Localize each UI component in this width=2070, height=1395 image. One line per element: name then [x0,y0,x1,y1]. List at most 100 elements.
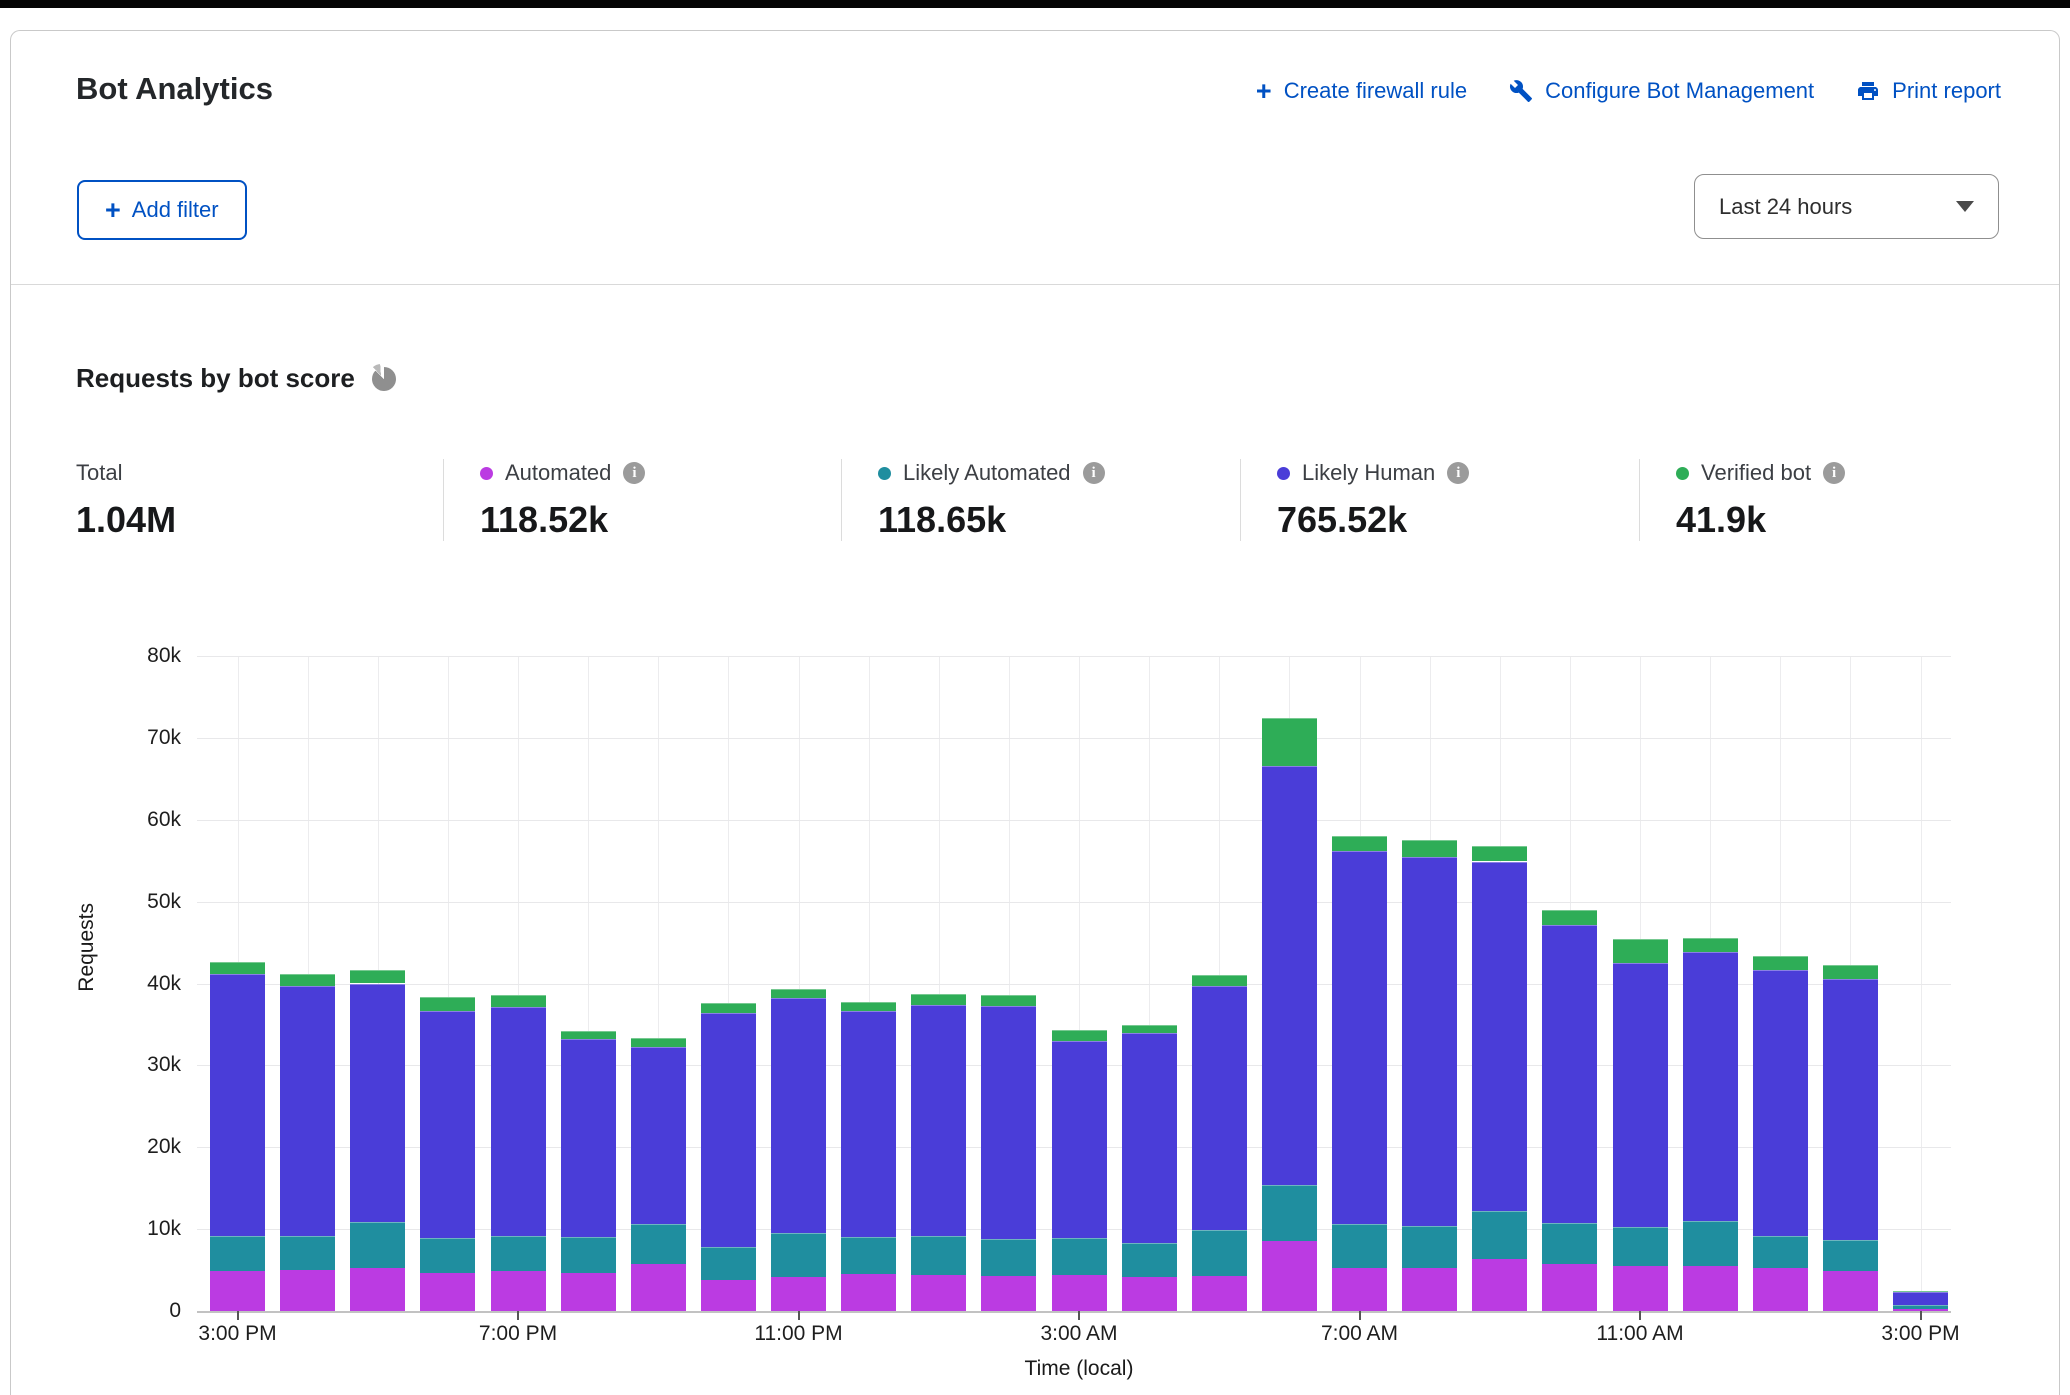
bar-segment-automated [701,1280,756,1311]
bar-segment-likely-automated [981,1239,1036,1276]
bar-segment-verified-bot [1893,1291,1948,1293]
vertical-gridline [448,656,449,1311]
bar-segment-likely-human [210,974,265,1237]
x-axis-tick-label: 3:00 AM [1040,1322,1117,1346]
info-icon[interactable]: i [1823,462,1845,484]
bar-segment-likely-automated [491,1236,546,1271]
bar-segment-likely-automated [1542,1223,1597,1264]
y-axis-tick-label: 30k [71,1053,181,1077]
x-axis-tick-label: 7:00 PM [479,1322,557,1346]
x-axis-tick [517,1311,519,1320]
vertical-gridline [378,656,379,1311]
bar-segment-automated [350,1268,405,1311]
vertical-gridline [1009,656,1010,1311]
horizontal-gridline [197,984,1951,985]
bar-segment-likely-automated [1472,1211,1527,1258]
stat-value: 41.9k [1676,499,1999,541]
printer-icon [1856,79,1880,103]
add-filter-button[interactable]: + Add filter [77,180,247,240]
bar-segment-likely-automated [631,1224,686,1264]
bar-segment-likely-human [1192,986,1247,1230]
bar-segment-verified-bot [1472,846,1527,862]
stat-likely-human: Likely Human i 765.52k [1240,459,1639,541]
bar-segment-likely-automated [1052,1238,1107,1275]
bar-segment-likely-automated [280,1236,335,1270]
bar-segment-automated [1613,1266,1668,1311]
vertical-gridline [869,656,870,1311]
bar-segment-likely-automated [1613,1227,1668,1265]
verified-bot-dot-icon [1676,467,1689,480]
bar-segment-likely-human [420,1011,475,1239]
bar-segment-verified-bot [1753,956,1808,970]
time-range-dropdown[interactable]: Last 24 hours [1694,174,1999,239]
section-title-row: Requests by bot score [76,363,397,394]
x-axis-tick-label: 11:00 PM [754,1322,842,1346]
bar-segment-automated [210,1271,265,1311]
stat-label: Likely Automated [903,460,1071,486]
bar-segment-automated [1542,1264,1597,1311]
stat-verified-bot: Verified bot i 41.9k [1639,459,1999,541]
print-report-link[interactable]: Print report [1856,78,2001,104]
bar-segment-verified-bot [420,997,475,1010]
bar-segment-automated [1683,1266,1738,1311]
info-icon[interactable]: i [1083,462,1105,484]
bar-segment-likely-human [561,1039,616,1237]
bar-segment-likely-automated [1823,1240,1878,1271]
page-title: Bot Analytics [76,71,273,107]
bar-segment-automated [841,1274,896,1311]
bar-segment-automated [1192,1276,1247,1311]
bar-segment-likely-automated [1332,1224,1387,1267]
vertical-gridline [1079,656,1080,1311]
vertical-gridline [1289,656,1290,1311]
y-axis-tick-label: 50k [71,890,181,914]
bar-segment-likely-automated [1683,1221,1738,1266]
bar-segment-likely-human [1262,766,1317,1185]
vertical-gridline [1430,656,1431,1311]
bar-segment-likely-human [981,1006,1036,1239]
bar-segment-automated [561,1273,616,1311]
x-axis-tick [1359,1311,1361,1320]
info-icon[interactable]: i [1447,462,1469,484]
bar-segment-likely-human [1823,979,1878,1239]
vertical-gridline [658,656,659,1311]
y-axis-tick-label: 60k [71,808,181,832]
stat-value: 1.04M [76,499,443,541]
bar-segment-likely-human [350,984,405,1222]
bar-segment-automated [1753,1268,1808,1311]
bar-segment-likely-automated [1402,1226,1457,1269]
bar-segment-verified-bot [981,995,1036,1006]
bar-segment-verified-bot [1823,965,1878,979]
configure-bot-management-link[interactable]: Configure Bot Management [1509,78,1814,104]
bar-segment-automated [420,1273,475,1311]
plus-icon: + [105,199,121,221]
vertical-gridline [1710,656,1711,1311]
bot-analytics-card: Bot Analytics + Create firewall rule Con… [10,30,2060,1395]
vertical-gridline [1921,656,1922,1311]
wrench-icon [1509,79,1533,103]
vertical-gridline [728,656,729,1311]
bar-segment-verified-bot [911,994,966,1005]
vertical-gridline [1149,656,1150,1311]
x-axis-tick-label: 3:00 PM [198,1322,276,1346]
bar-segment-likely-automated [1262,1185,1317,1241]
horizontal-gridline [197,902,1951,903]
create-firewall-rule-link[interactable]: + Create firewall rule [1256,78,1467,104]
configure-bot-management-label: Configure Bot Management [1545,78,1814,104]
stat-likely-automated: Likely Automated i 118.65k [841,459,1240,541]
horizontal-gridline [197,820,1951,821]
bar-segment-likely-human [1753,970,1808,1235]
y-axis-tick-label: 0 [71,1299,181,1323]
info-icon[interactable]: i [623,462,645,484]
bar-segment-verified-bot [631,1038,686,1048]
bar-segment-likely-human [911,1005,966,1236]
likely-automated-dot-icon [878,467,891,480]
bar-segment-likely-automated [350,1222,405,1269]
bar-segment-likely-human [771,998,826,1233]
vertical-gridline [1219,656,1220,1311]
x-axis-tick [237,1311,239,1320]
bar-segment-likely-automated [1122,1243,1177,1277]
print-report-label: Print report [1892,78,2001,104]
vertical-gridline [518,656,519,1311]
stat-label: Verified bot [1701,460,1811,486]
bar-segment-likely-automated [1192,1230,1247,1276]
